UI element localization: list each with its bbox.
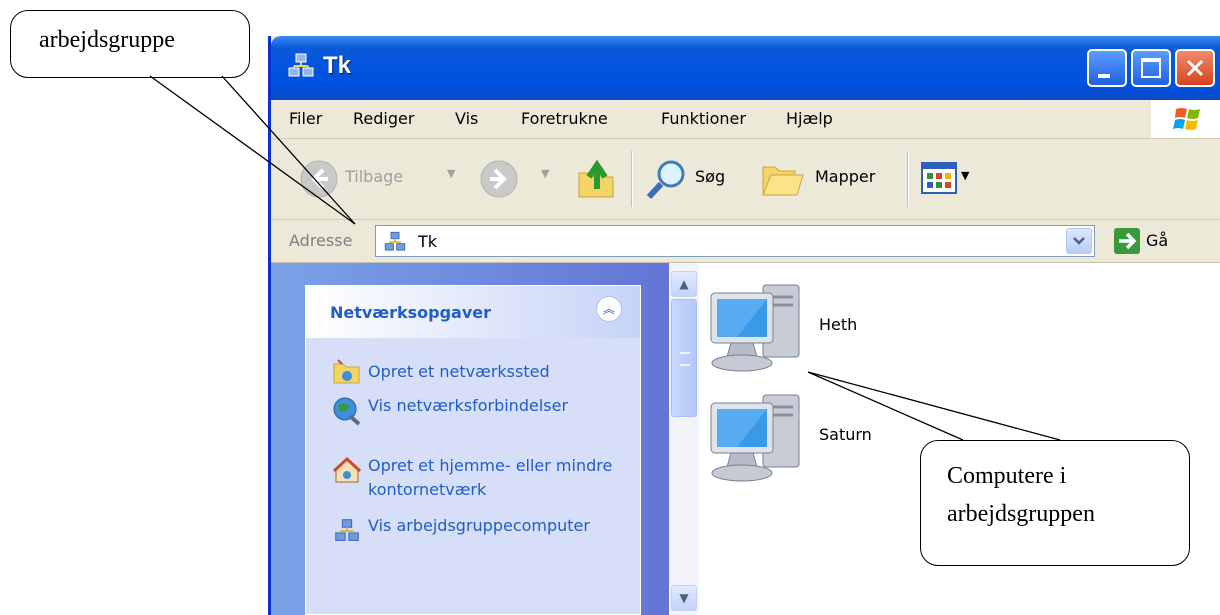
network-place-icon [333, 359, 360, 384]
network-tasks-header[interactable]: Netværksopgaver ︽ [306, 286, 640, 338]
views-button[interactable]: ▼ [921, 161, 981, 199]
task-label: Opret et netværkssted [368, 362, 550, 381]
menu-edit[interactable]: Rediger [353, 109, 414, 128]
minimize-icon [1098, 74, 1110, 78]
scroll-down-button[interactable]: ▼ [671, 585, 697, 611]
folders-label: Mapper [815, 167, 876, 186]
menu-tools[interactable]: Funktioner [661, 109, 746, 128]
address-value: Tk [418, 232, 438, 251]
address-dropdown-button[interactable] [1066, 228, 1092, 254]
task-view-workgroup-computers[interactable]: Vis arbejdsgruppecomputer [306, 514, 636, 566]
menu-file[interactable]: Filer [289, 109, 322, 128]
up-folder-icon[interactable] [575, 155, 617, 201]
network-connections-icon [333, 397, 361, 426]
search-button[interactable]: Søg [645, 157, 749, 201]
folders-button[interactable]: Mapper [761, 157, 891, 201]
network-tasks-panel: Netværksopgaver ︽ Opret et netværkssted … [305, 285, 641, 615]
menu-bar: Filer Rediger Vis Foretrukne Funktioner … [271, 100, 1220, 139]
maximize-icon [1141, 58, 1161, 78]
search-icon [646, 160, 685, 200]
task-view-network-connections[interactable]: Vis netværksforbindelser [306, 394, 636, 446]
address-label: Adresse [289, 231, 353, 250]
callout-workgroup: arbejdsgruppe [10, 10, 250, 78]
task-setup-home-network[interactable]: Opret et hjemme- eller mindre kontornetv… [306, 454, 636, 506]
task-create-network-place[interactable]: Opret et netværkssted [306, 356, 636, 388]
forward-dropdown-icon: ▼ [541, 167, 550, 180]
go-arrow-icon [1114, 228, 1140, 254]
folders-icon [762, 166, 804, 196]
scroll-up-button[interactable]: ▲ [671, 271, 697, 297]
collapse-icon[interactable]: ︽ [596, 296, 622, 322]
chevron-down-icon [1073, 237, 1085, 245]
task-label: Vis arbejdsgruppecomputer [368, 516, 590, 535]
back-dropdown-icon: ▼ [447, 167, 456, 180]
search-label: Søg [695, 167, 726, 186]
minimize-button[interactable] [1087, 49, 1127, 87]
grip-icon [680, 352, 690, 366]
address-field[interactable]: Tk [375, 225, 1095, 257]
toolbar-separator [631, 151, 633, 207]
close-icon [1186, 59, 1204, 77]
task-label: Vis netværksforbindelser [368, 396, 569, 415]
computer-name: Saturn [819, 425, 872, 444]
network-icon [384, 231, 406, 251]
vertical-scrollbar[interactable]: ▲ ▼ [669, 263, 699, 615]
go-button[interactable]: Gå [1113, 226, 1183, 256]
network-icon [288, 53, 314, 77]
callout-workgroup-text: arbejdsgruppe [39, 27, 175, 53]
computer-item-saturn[interactable]: Saturn [707, 389, 907, 489]
title-bar[interactable]: Tk [271, 36, 1220, 100]
menu-help[interactable]: Hjælp [786, 109, 833, 128]
views-dropdown-icon: ▼ [961, 169, 970, 182]
maximize-button[interactable] [1131, 49, 1171, 87]
home-network-icon [332, 456, 362, 483]
menu-favorites[interactable]: Foretrukne [521, 109, 608, 128]
toolbar: Tilbage ▼ ▼ Søg Mapper ▼ [271, 139, 1220, 220]
forward-button[interactable]: ▼ [479, 157, 559, 201]
close-button[interactable] [1175, 49, 1215, 87]
network-tasks-title: Netværksopgaver [330, 303, 492, 322]
scroll-thumb[interactable] [671, 299, 697, 417]
callout-computers: Computere i arbejdsgruppen [920, 440, 1190, 566]
computer-icon [710, 284, 800, 372]
computer-item-heth[interactable]: Heth [707, 279, 907, 379]
back-button[interactable]: Tilbage ▼ [299, 157, 471, 201]
windows-logo-icon [1151, 100, 1220, 138]
views-icon [921, 162, 957, 194]
computer-icon [710, 394, 800, 482]
forward-arrow-icon [480, 160, 518, 198]
workgroup-icon [335, 519, 359, 541]
computer-name: Heth [819, 315, 858, 334]
go-label: Gå [1146, 231, 1169, 250]
back-label: Tilbage [345, 167, 404, 186]
back-arrow-icon [300, 160, 338, 198]
window-title: Tk [323, 52, 352, 79]
menu-view[interactable]: Vis [455, 109, 478, 128]
callout-computers-text: Computere i arbejdsgruppen [947, 463, 1095, 527]
task-label: Opret et hjemme- eller mindre kontornetv… [368, 456, 613, 499]
toolbar-separator [907, 151, 909, 207]
task-pane: Netværksopgaver ︽ Opret et netværkssted … [271, 263, 669, 615]
address-bar: Adresse Tk Gå [271, 220, 1220, 263]
